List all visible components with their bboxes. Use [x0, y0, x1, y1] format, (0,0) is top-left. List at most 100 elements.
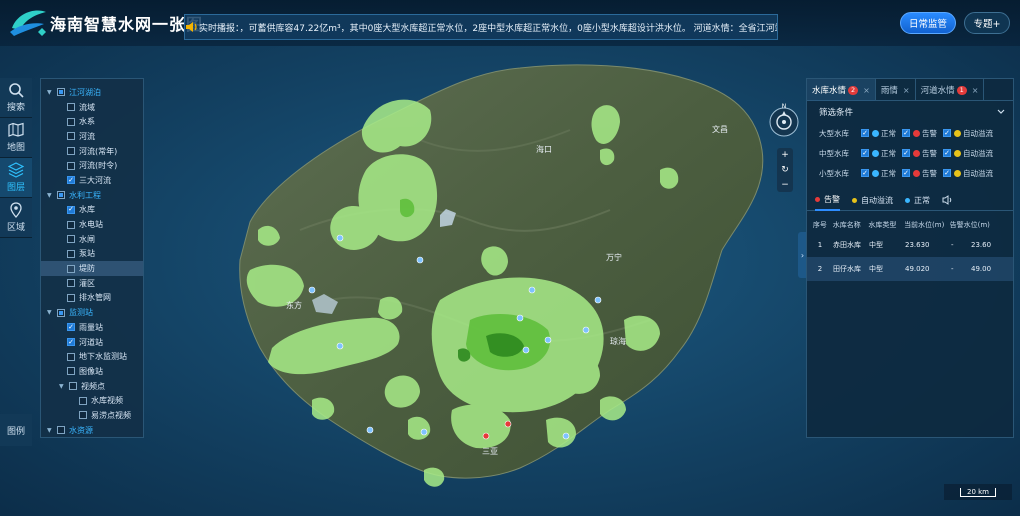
filter-checkbox[interactable]: ✓ — [861, 149, 869, 157]
layer-item[interactable]: ▼ 监测站 — [41, 305, 143, 320]
layer-checkbox[interactable]: ✓ — [67, 205, 75, 214]
filter-alarm[interactable]: ✓ 告警 — [902, 128, 937, 139]
layer-checkbox[interactable] — [67, 264, 75, 273]
compass-icon[interactable]: N — [766, 102, 802, 138]
zoom-out-button[interactable]: − — [781, 180, 789, 190]
status-tab[interactable]: 正常 — [905, 195, 930, 206]
status-tab[interactable]: 告警 — [815, 191, 840, 211]
daily-supervision-button[interactable]: 日常监管 — [900, 12, 956, 34]
filter-checkbox[interactable]: ✓ — [943, 169, 951, 177]
layer-item[interactable]: 地下水监测站 — [41, 349, 143, 364]
layer-item[interactable]: 水电站 — [41, 217, 143, 232]
filter-normal[interactable]: ✓ 正常 — [861, 148, 896, 159]
layer-checkbox[interactable] — [79, 396, 87, 405]
layer-checkbox[interactable] — [67, 249, 75, 258]
layer-item[interactable]: 水系 — [41, 114, 143, 129]
layer-item[interactable]: ✓ 河道站 — [41, 335, 143, 350]
layer-checkbox[interactable] — [69, 382, 77, 391]
column-header[interactable]: 序号 — [807, 220, 833, 230]
filter-checkbox[interactable]: ✓ — [902, 129, 910, 137]
volume-icon[interactable] — [942, 194, 954, 207]
layer-item[interactable]: 堤防 — [41, 261, 143, 276]
layer-checkbox[interactable] — [67, 147, 75, 156]
filter-alarm[interactable]: ✓ 告警 — [902, 168, 937, 179]
table-row[interactable]: 2 田仔水库 中型 49.020 - 49.00 — [807, 257, 1013, 281]
layer-checkbox[interactable] — [57, 426, 65, 435]
layer-checkbox[interactable] — [67, 132, 75, 141]
chevron-down-icon[interactable] — [997, 109, 1005, 115]
panel-tab[interactable]: 雨情 × — [876, 79, 916, 101]
layer-item[interactable]: ▼ 视频点 — [41, 379, 143, 394]
expand-arrow-icon[interactable]: ▼ — [47, 89, 57, 96]
expand-arrow-icon[interactable]: ▼ — [47, 309, 57, 316]
filter-checkbox[interactable]: ✓ — [943, 149, 951, 157]
layer-item[interactable]: 灌区 — [41, 276, 143, 291]
layer-item[interactable]: 易涝点视频 — [41, 408, 143, 423]
layer-item[interactable]: 河流(时令) — [41, 158, 143, 173]
reset-rotation-button[interactable]: ↻ — [781, 165, 789, 175]
layer-checkbox[interactable] — [67, 117, 75, 126]
layer-item[interactable]: 河流 — [41, 129, 143, 144]
filter-normal[interactable]: ✓ 正常 — [861, 168, 896, 179]
close-icon[interactable]: × — [972, 86, 979, 95]
filter-checkbox[interactable]: ✓ — [902, 149, 910, 157]
filter-normal[interactable]: ✓ 正常 — [861, 128, 896, 139]
layer-checkbox[interactable] — [57, 191, 65, 200]
layer-item[interactable]: 水闸 — [41, 232, 143, 247]
zoom-in-button[interactable]: + — [781, 150, 789, 160]
nav-search[interactable]: 搜索 — [0, 78, 32, 118]
expand-arrow-icon[interactable]: ▼ — [47, 427, 57, 434]
layer-item[interactable]: 水源地 — [41, 438, 143, 439]
column-header[interactable]: 当前水位(m) — [904, 220, 950, 230]
layer-checkbox[interactable] — [67, 235, 75, 244]
column-header[interactable]: 水库名称 — [833, 220, 869, 230]
layer-item[interactable]: ✓ 水库 — [41, 203, 143, 218]
layer-checkbox[interactable] — [67, 103, 75, 112]
layer-item[interactable]: ▼ 水利工程 — [41, 188, 143, 203]
layer-checkbox[interactable] — [67, 293, 75, 302]
layer-item[interactable]: 排水管网 — [41, 291, 143, 306]
filter-header[interactable]: 筛选条件 — [807, 101, 1013, 123]
filter-alarm[interactable]: ✓ 告警 — [902, 148, 937, 159]
column-header[interactable]: 水库类型 — [868, 220, 904, 230]
layer-item[interactable]: 泵站 — [41, 247, 143, 262]
layer-checkbox[interactable] — [57, 88, 65, 97]
layer-checkbox[interactable] — [67, 279, 75, 288]
filter-overflow[interactable]: ✓ 自动溢流 — [943, 148, 993, 159]
panel-tab[interactable]: 水库水情 2 × — [807, 79, 876, 101]
filter-checkbox[interactable]: ✓ — [943, 129, 951, 137]
nav-region[interactable]: 区域 — [0, 198, 32, 238]
panel-tab[interactable]: 河道水情 1 × — [916, 79, 985, 101]
close-icon[interactable]: × — [903, 86, 910, 95]
layer-checkbox[interactable] — [67, 220, 75, 229]
nav-map[interactable]: 地图 — [0, 118, 32, 158]
layer-item[interactable]: ▼ 江河湖泊 — [41, 85, 143, 100]
expand-arrow-icon[interactable]: ▼ — [59, 383, 69, 390]
layer-checkbox[interactable] — [67, 352, 75, 361]
expand-arrow-icon[interactable]: ▼ — [47, 192, 57, 199]
status-tab[interactable]: 自动溢流 — [852, 195, 893, 206]
filter-overflow[interactable]: ✓ 自动溢流 — [943, 128, 993, 139]
table-row[interactable]: 1 赤田水库 中型 23.630 - 23.60 — [807, 233, 1013, 257]
legend-button[interactable]: 图例 — [0, 414, 32, 446]
layer-checkbox[interactable] — [57, 308, 65, 317]
layer-checkbox[interactable] — [67, 161, 75, 170]
layer-item[interactable]: ✓ 三大河流 — [41, 173, 143, 188]
filter-checkbox[interactable]: ✓ — [861, 169, 869, 177]
layer-item[interactable]: ▼ 水资源 — [41, 423, 143, 437]
layer-item[interactable]: 河流(常年) — [41, 144, 143, 159]
layer-item[interactable]: 水库视频 — [41, 393, 143, 408]
filter-checkbox[interactable]: ✓ — [861, 129, 869, 137]
layer-checkbox[interactable]: ✓ — [67, 323, 75, 332]
layer-checkbox[interactable]: ✓ — [67, 176, 75, 185]
close-icon[interactable]: × — [863, 86, 870, 95]
filter-overflow[interactable]: ✓ 自动溢流 — [943, 168, 993, 179]
layer-item[interactable]: ✓ 雨量站 — [41, 320, 143, 335]
layer-checkbox[interactable]: ✓ — [67, 338, 75, 347]
column-header[interactable]: 告警水位(m) — [950, 220, 1013, 230]
layer-checkbox[interactable] — [79, 411, 87, 420]
filter-checkbox[interactable]: ✓ — [902, 169, 910, 177]
topic-button[interactable]: 专题+ — [964, 12, 1010, 34]
layer-item[interactable]: 图像站 — [41, 364, 143, 379]
nav-layer[interactable]: 图层 — [0, 158, 32, 198]
